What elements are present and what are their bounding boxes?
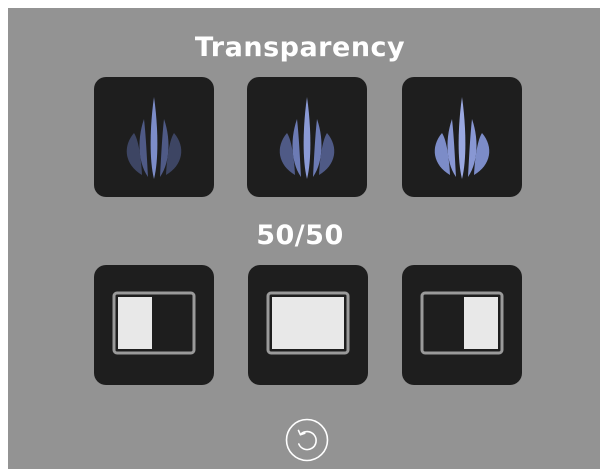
split-left-button[interactable]	[94, 265, 214, 385]
transparency-high-icon	[434, 97, 490, 179]
reset-button[interactable]	[285, 418, 329, 462]
transparency-low-icon	[126, 97, 182, 179]
split-left-icon	[112, 291, 196, 355]
transparency-heading: Transparency	[194, 32, 406, 63]
split-full-button[interactable]	[248, 265, 368, 385]
transparency-low-button[interactable]	[94, 77, 214, 197]
transparency-medium-icon	[279, 97, 335, 179]
split-heading: 50/50	[256, 220, 344, 251]
transparency-high-button[interactable]	[402, 77, 522, 197]
split-right-icon	[420, 291, 504, 355]
transparency-medium-button[interactable]	[247, 77, 367, 197]
reset-icon	[285, 418, 329, 462]
split-full-icon	[266, 291, 350, 355]
split-right-button[interactable]	[402, 265, 522, 385]
